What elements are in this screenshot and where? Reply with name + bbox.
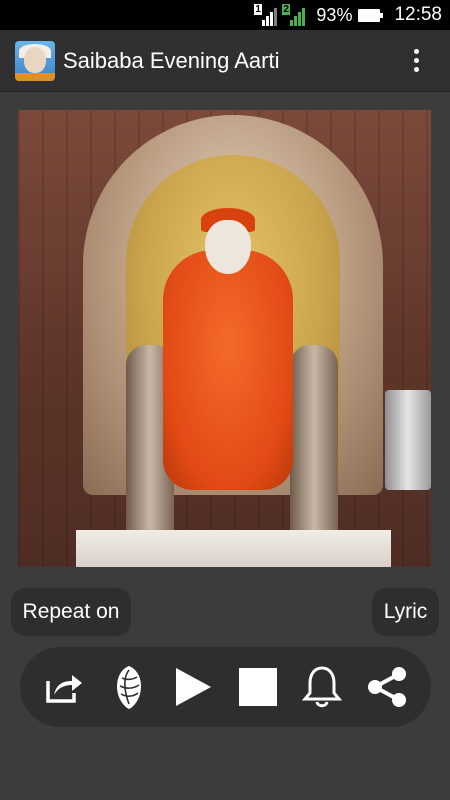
saibaba-image — [18, 110, 431, 567]
battery-percent: 93% — [316, 4, 353, 25]
play-icon[interactable] — [170, 664, 216, 710]
saibaba-app-icon — [15, 40, 55, 81]
signal-sim1-icon: 1 — [254, 4, 278, 26]
repeat-button[interactable]: Repeat on — [11, 588, 131, 636]
signal-sim2-icon: 2 — [282, 4, 306, 26]
conch-shell-icon[interactable] — [106, 664, 152, 710]
clock: 12:58 — [394, 4, 442, 25]
lyric-button[interactable]: Lyric — [372, 588, 439, 636]
stop-icon[interactable] — [235, 664, 281, 710]
battery-icon — [358, 8, 384, 22]
player-controls — [20, 647, 431, 727]
app-title: Saibaba Evening Aarti — [63, 47, 280, 73]
bell-icon[interactable] — [299, 664, 345, 710]
share-icon[interactable] — [364, 664, 410, 710]
app-bar: Saibaba Evening Aarti — [0, 30, 450, 92]
more-vert-icon[interactable] — [414, 49, 420, 72]
status-bar: 1 2 93% 12:58 — [0, 0, 450, 30]
open-share-icon[interactable] — [41, 664, 87, 710]
